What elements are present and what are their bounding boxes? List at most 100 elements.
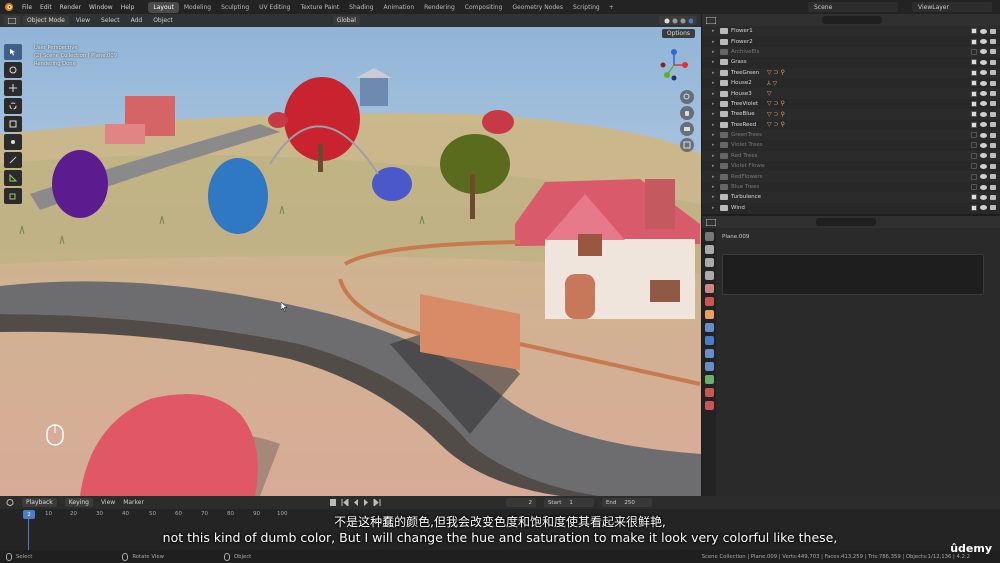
editor-type-button[interactable]	[4, 16, 20, 25]
tab-rendering[interactable]: Rendering	[419, 2, 460, 13]
expand-arrow-icon[interactable]: ▸	[712, 39, 720, 45]
expand-arrow-icon[interactable]: ▸	[712, 59, 720, 65]
outliner-row[interactable]: ▸ TreeReed ▽ ⊃ ⚲	[702, 120, 1000, 130]
outliner-row[interactable]: ▸ Grass	[702, 57, 1000, 67]
zoom-icon[interactable]	[680, 90, 694, 104]
tab-texture-paint[interactable]: Texture Paint	[295, 2, 344, 13]
eye-icon[interactable]	[980, 174, 987, 180]
end-frame-field[interactable]: End 250	[601, 498, 652, 507]
tab-scripting[interactable]: Scripting	[568, 2, 605, 13]
timeline-editor-icon[interactable]	[6, 499, 14, 506]
menu-file[interactable]: File	[18, 4, 36, 11]
exclude-checkbox[interactable]	[971, 152, 977, 159]
start-frame-field[interactable]: Start 1	[543, 498, 594, 507]
data-tab-icon[interactable]	[704, 375, 714, 384]
3d-viewport[interactable]: Object Mode View Select Add Object Globa…	[0, 14, 701, 496]
camera-icon[interactable]	[990, 184, 996, 190]
expand-arrow-icon[interactable]: ▸	[712, 122, 720, 128]
playback-controls[interactable]	[329, 499, 390, 506]
expand-arrow-icon[interactable]: ▸	[712, 101, 720, 107]
expand-arrow-icon[interactable]: ▸	[712, 70, 720, 76]
expand-arrow-icon[interactable]: ▸	[712, 132, 720, 138]
tab-animation[interactable]: Animation	[379, 2, 420, 13]
expand-arrow-icon[interactable]: ▸	[712, 184, 720, 190]
transform-orientation-selector[interactable]: Global	[332, 16, 360, 25]
outliner-row[interactable]: ▸ Flower1	[702, 26, 1000, 37]
expand-arrow-icon[interactable]: ▸	[712, 111, 720, 117]
perspective-toggle-icon[interactable]	[680, 138, 694, 152]
eye-icon[interactable]	[980, 39, 987, 45]
camera-view-icon[interactable]	[680, 122, 694, 136]
camera-icon[interactable]	[990, 70, 996, 76]
camera-icon[interactable]	[990, 122, 996, 128]
add-cube-tool-icon[interactable]	[4, 188, 22, 204]
exclude-checkbox[interactable]	[971, 69, 977, 76]
properties-editor-icon[interactable]	[706, 218, 716, 226]
eye-icon[interactable]	[980, 101, 987, 107]
exclude-checkbox[interactable]	[971, 121, 977, 128]
eye-icon[interactable]	[980, 122, 987, 128]
viewport-menu-view[interactable]: View	[72, 17, 94, 24]
expand-arrow-icon[interactable]: ▸	[712, 163, 720, 169]
outliner-row[interactable]: ▸ ArchiveEls	[702, 46, 1000, 58]
outliner-editor-icon[interactable]	[706, 16, 716, 24]
exclude-checkbox[interactable]	[971, 204, 977, 211]
measure-tool-icon[interactable]	[4, 170, 22, 186]
render-tab-icon[interactable]	[704, 245, 714, 254]
tab-uv-editing[interactable]: UV Editing	[254, 2, 295, 13]
camera-icon[interactable]	[990, 174, 996, 180]
expand-arrow-icon[interactable]: ▸	[712, 174, 720, 180]
eye-icon[interactable]	[980, 91, 987, 97]
camera-icon[interactable]	[990, 39, 996, 45]
eye-icon[interactable]	[980, 49, 987, 55]
current-frame-field[interactable]: 2	[505, 498, 536, 507]
camera-icon[interactable]	[990, 111, 996, 117]
view-layer-selector[interactable]: ViewLayer	[912, 2, 992, 12]
outliner-row[interactable]: ▸ TreeBlue ▽ ⊃ ⚲	[702, 109, 1000, 120]
tab-sculpting[interactable]: Sculpting	[216, 2, 254, 13]
expand-arrow-icon[interactable]: ▸	[712, 153, 720, 159]
eye-icon[interactable]	[980, 194, 987, 200]
exclude-checkbox[interactable]	[971, 142, 977, 149]
mode-selector[interactable]: Object Mode	[23, 16, 69, 25]
pan-hand-icon[interactable]	[680, 106, 694, 120]
exclude-checkbox[interactable]	[971, 59, 977, 66]
output-tab-icon[interactable]	[704, 258, 714, 267]
camera-icon[interactable]	[990, 194, 996, 200]
outliner-row[interactable]: ▸ Wind	[702, 203, 1000, 213]
outliner-row[interactable]: ▸ Violet Trees	[702, 140, 1000, 150]
eye-icon[interactable]	[980, 132, 987, 138]
keying-menu[interactable]: Keying	[64, 498, 93, 507]
menu-render[interactable]: Render	[56, 4, 85, 11]
navigation-gizmo[interactable]	[657, 48, 691, 82]
outliner-row[interactable]: ▸ GreenTrees	[702, 129, 1000, 141]
view-layer-tab-icon[interactable]	[704, 271, 714, 280]
eye-icon[interactable]	[980, 59, 987, 65]
tab-shading[interactable]: Shading	[344, 2, 378, 13]
exclude-checkbox[interactable]	[971, 90, 977, 97]
camera-icon[interactable]	[990, 132, 996, 138]
properties-search-input[interactable]	[816, 218, 876, 226]
camera-icon[interactable]	[990, 142, 996, 148]
exclude-checkbox[interactable]	[971, 80, 977, 87]
expand-arrow-icon[interactable]: ▸	[712, 91, 720, 97]
eye-icon[interactable]	[980, 205, 987, 211]
eye-icon[interactable]	[980, 163, 987, 169]
outliner-row[interactable]: ▸ Violet Flowers	[702, 161, 1000, 171]
expand-arrow-icon[interactable]: ▸	[712, 142, 720, 148]
tool-tab-icon[interactable]	[704, 232, 714, 241]
camera-icon[interactable]	[990, 91, 996, 97]
outliner-row[interactable]: ▸ House2 ⅄ ▽	[702, 78, 1000, 88]
tab-modeling[interactable]: Modeling	[179, 2, 216, 13]
cursor-tool-icon[interactable]	[4, 62, 22, 78]
modifier-tab-icon[interactable]	[704, 323, 714, 332]
outliner-row[interactable]: ▸ Red Trees	[702, 150, 1000, 162]
exclude-checkbox[interactable]	[971, 173, 977, 180]
move-tool-icon[interactable]	[4, 80, 22, 96]
menu-edit[interactable]: Edit	[36, 4, 56, 11]
outliner-row[interactable]: ▸ House3 ▽	[702, 88, 1000, 99]
camera-icon[interactable]	[990, 28, 996, 34]
camera-icon[interactable]	[990, 59, 996, 65]
transform-tool-icon[interactable]	[4, 134, 22, 150]
object-tab-icon[interactable]	[704, 310, 714, 319]
